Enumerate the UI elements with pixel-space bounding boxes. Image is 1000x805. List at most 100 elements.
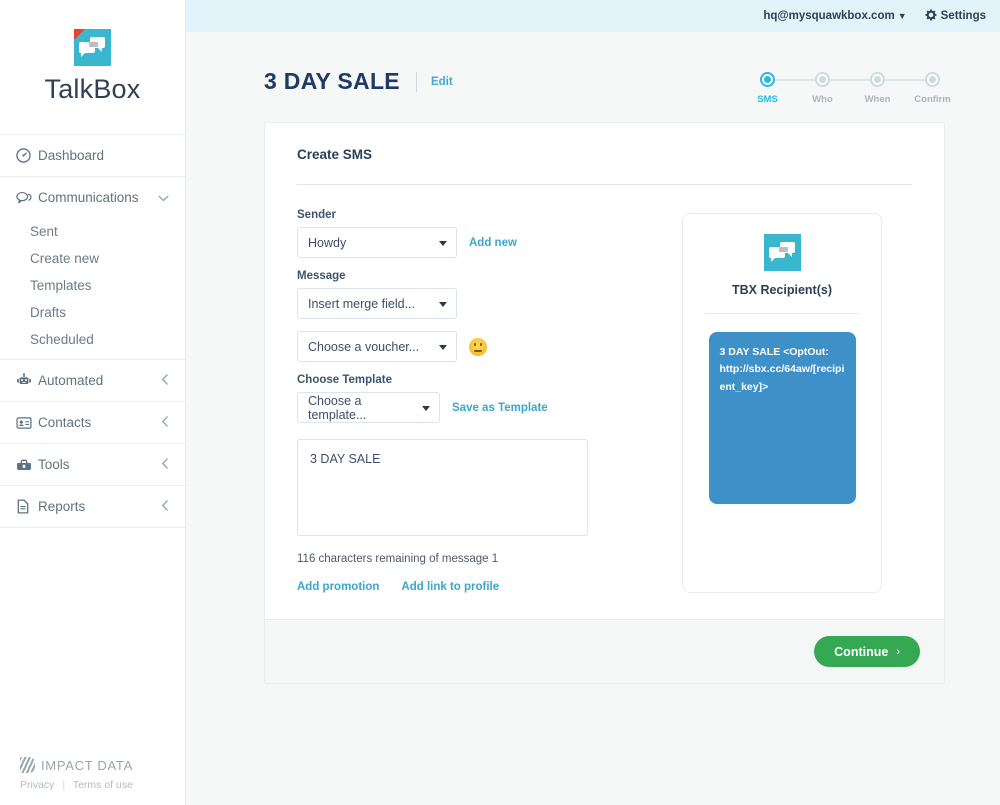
form-columns: Sender Howdy Add new Message Insert merg…: [297, 209, 912, 593]
nav-group-communications: Communications Sent Create new Templates…: [0, 177, 185, 360]
message-textarea[interactable]: [297, 439, 588, 536]
character-count: 116 characters remaining of message 1: [297, 553, 499, 565]
nav-group-contacts: Contacts: [0, 402, 185, 444]
step-dot: [925, 72, 940, 87]
continue-button[interactable]: Continue ›: [814, 636, 920, 667]
sidebar-item-sent[interactable]: Sent: [0, 218, 185, 245]
dashboard-icon: [16, 148, 38, 163]
sidebar-item-label: Communications: [38, 190, 139, 205]
settings-label: Settings: [940, 10, 986, 22]
sidebar-item-label: Reports: [38, 499, 86, 514]
settings-button[interactable]: Settings: [925, 8, 986, 24]
title-divider: [415, 71, 417, 92]
sidebar: TalkBox Dashboard Communications Sent Cr…: [0, 0, 186, 805]
communications-subnav: Sent Create new Templates Drafts Schedul…: [0, 218, 185, 359]
chevron-left-icon[interactable]: [161, 499, 169, 514]
toolbox-icon: [16, 458, 38, 472]
page-title: 3 DAY SALE: [264, 68, 400, 94]
chevron-down-icon: ▼: [897, 11, 907, 21]
edit-link[interactable]: Edit: [431, 76, 453, 88]
account-email: hq@mysquawkbox.com: [763, 10, 895, 22]
add-new-sender-link[interactable]: Add new: [469, 237, 517, 249]
chevron-left-icon[interactable]: [161, 457, 169, 472]
sender-label: Sender: [297, 209, 336, 221]
gear-icon: [925, 8, 937, 24]
sidebar-item-automated[interactable]: Automated: [0, 360, 185, 401]
chevron-left-icon[interactable]: [161, 373, 169, 388]
step-dot: [815, 72, 830, 87]
footer-links: Privacy | Terms of use: [20, 779, 185, 791]
step-label: When: [864, 94, 891, 105]
impact-data-logo: IMPACT DATA: [20, 757, 185, 773]
talkbox-chat-icon: [763, 234, 801, 271]
terms-link[interactable]: Terms of use: [73, 779, 133, 791]
privacy-link[interactable]: Privacy: [20, 779, 54, 791]
document-icon: [16, 499, 38, 514]
top-bar: hq@mysquawkbox.com ▼ Settings: [186, 0, 1000, 32]
sidebar-item-label: Automated: [38, 373, 104, 388]
choose-template-label: Choose Template: [297, 374, 392, 386]
preview-divider: [705, 313, 859, 314]
step-who[interactable]: Who: [795, 72, 878, 105]
save-as-template-link[interactable]: Save as Template: [452, 402, 548, 414]
step-label: SMS: [757, 94, 778, 105]
chevron-right-icon: ›: [896, 645, 900, 658]
continue-label: Continue: [834, 644, 889, 659]
sidebar-item-tools[interactable]: Tools: [0, 444, 185, 485]
impact-bars-icon: [20, 757, 35, 773]
brand-name: TalkBox: [44, 74, 141, 104]
sidebar-item-scheduled[interactable]: Scheduled: [0, 326, 185, 353]
brand-logo[interactable]: TalkBox: [0, 0, 185, 135]
sidebar-item-create-new[interactable]: Create new: [0, 245, 185, 272]
step-label: Confirm: [914, 94, 951, 105]
message-actions: Add promotion Add link to profile: [297, 581, 652, 593]
sidebar-item-contacts[interactable]: Contacts: [0, 402, 185, 443]
app-root: TalkBox Dashboard Communications Sent Cr…: [0, 0, 1000, 805]
card-title: Create SMS: [297, 147, 373, 162]
step-dot: [760, 72, 775, 87]
sender-select[interactable]: Howdy: [297, 227, 457, 258]
voucher-select[interactable]: Choose a voucher...: [297, 331, 457, 362]
card-footer: Continue ›: [265, 619, 944, 683]
merge-field-select[interactable]: Insert merge field...: [297, 288, 457, 319]
add-promotion-link[interactable]: Add promotion: [297, 581, 379, 593]
form-fields: Sender Howdy Add new Message Insert merg…: [297, 209, 652, 593]
footer-separator: |: [62, 779, 66, 791]
sidebar-item-label: Tools: [38, 457, 70, 472]
preview-column: TBX Recipient(s) 3 DAY SALE <OptOut: htt…: [652, 209, 912, 593]
sidebar-item-label: Contacts: [38, 415, 92, 430]
card-divider: [297, 184, 912, 185]
chevron-left-icon[interactable]: [161, 415, 169, 430]
contact-card-icon: [16, 416, 38, 430]
robot-icon: [16, 373, 38, 388]
smiley-icon[interactable]: [469, 337, 487, 356]
merge-field-row: Insert merge field...: [297, 288, 652, 319]
card-body: Create SMS Sender Howdy Add new Message …: [265, 123, 944, 619]
sidebar-item-communications[interactable]: Communications: [0, 177, 185, 218]
step-label: Who: [812, 94, 833, 105]
chat-icon: [16, 190, 38, 205]
sidebar-item-reports[interactable]: Reports: [0, 486, 185, 527]
nav-group-reports: Reports: [0, 486, 185, 528]
template-row: Choose a template... Save as Template: [297, 392, 652, 423]
preview-recipient-label: TBX Recipient(s): [731, 283, 832, 297]
chevron-down-icon[interactable]: [158, 191, 169, 205]
step-sms[interactable]: SMS: [740, 72, 823, 105]
sidebar-item-templates[interactable]: Templates: [0, 272, 185, 299]
main-content: hq@mysquawkbox.com ▼ Settings 3 DAY SALE …: [186, 0, 1000, 805]
step-confirm[interactable]: Confirm: [905, 72, 960, 105]
step-dot: [870, 72, 885, 87]
sidebar-item-drafts[interactable]: Drafts: [0, 299, 185, 326]
wizard-stepper: SMS Who When Confirm: [740, 72, 960, 105]
sidebar-item-label: Dashboard: [38, 148, 105, 163]
nav-group-tools: Tools: [0, 444, 185, 486]
voucher-row: Choose a voucher...: [297, 331, 652, 362]
sms-preview-card: TBX Recipient(s) 3 DAY SALE <OptOut: htt…: [682, 213, 882, 593]
sidebar-item-dashboard[interactable]: Dashboard: [0, 135, 185, 176]
create-sms-card: Create SMS Sender Howdy Add new Message …: [264, 122, 945, 684]
sidebar-footer: IMPACT DATA Privacy | Terms of use: [0, 757, 185, 805]
step-when[interactable]: When: [850, 72, 933, 105]
add-link-to-profile-link[interactable]: Add link to profile: [401, 581, 499, 593]
account-menu[interactable]: hq@mysquawkbox.com ▼: [763, 10, 906, 22]
template-select[interactable]: Choose a template...: [297, 392, 440, 423]
